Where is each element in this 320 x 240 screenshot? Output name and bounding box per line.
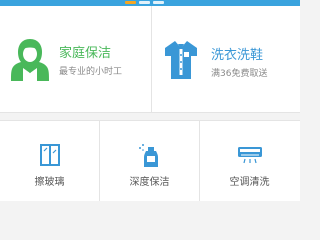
service-item-deep-cleaning[interactable]: 深度保洁: [100, 121, 200, 201]
more-services: 擦玻璃 深度保洁 空调清洗: [0, 120, 300, 201]
air-conditioner-icon: [237, 147, 262, 164]
carousel-dot[interactable]: [153, 1, 164, 4]
carousel-dot[interactable]: [139, 1, 150, 4]
service-card-laundry[interactable]: 洗衣洗鞋 满36免费取送: [152, 6, 300, 112]
service-title: 家庭保洁: [59, 46, 112, 61]
service-item-ac-cleaning[interactable]: 空调清洗: [200, 121, 299, 201]
window-icon: [39, 144, 60, 166]
carousel-indicator: [125, 1, 164, 4]
service-label: 擦玻璃: [34, 177, 65, 188]
shirt-icon: [165, 41, 197, 79]
service-subtitle: 最专业的小时工: [59, 67, 123, 77]
service-title: 洗衣洗鞋: [211, 48, 264, 63]
service-subtitle: 满36免费取送: [211, 69, 268, 79]
service-label: 空调清洗: [229, 177, 270, 188]
spray-bottle-icon: [138, 144, 158, 167]
service-card-home-cleaning[interactable]: 家庭保洁 最专业的小时工: [0, 6, 152, 112]
cleaning-lady-icon: [11, 39, 49, 81]
service-item-window-cleaning[interactable]: 擦玻璃: [0, 121, 100, 201]
featured-services: 家庭保洁 最专业的小时工 洗衣洗鞋 满36免费取送: [0, 6, 300, 113]
carousel-dot[interactable]: [125, 1, 136, 4]
service-label: 深度保洁: [129, 177, 170, 188]
